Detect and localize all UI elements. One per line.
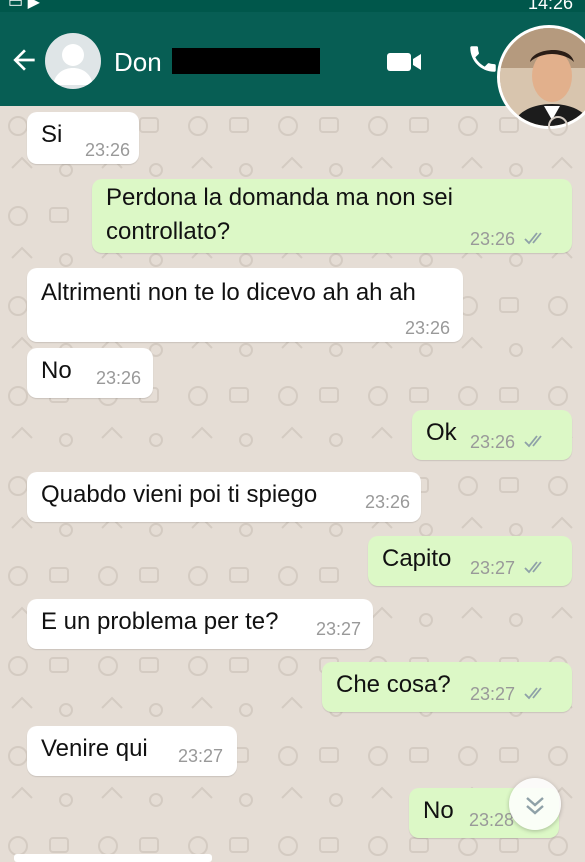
message-outgoing[interactable]: Perdona la domanda ma non sei controllat… xyxy=(92,179,572,253)
message-text: Ok xyxy=(426,419,457,446)
double-check-icon xyxy=(524,687,542,700)
message-text: Capito xyxy=(382,545,452,572)
message-time: 23:26 xyxy=(85,140,131,160)
message-time: 23:28 xyxy=(469,810,515,830)
message-incoming[interactable]: Quabdo vieni poi ti spiego 23:26 xyxy=(27,472,421,522)
message-text: E un problema per te? xyxy=(41,608,279,635)
video-call-icon[interactable] xyxy=(386,50,422,74)
message-outgoing[interactable]: Capito 23:27 xyxy=(368,536,572,586)
default-avatar-icon xyxy=(53,44,93,85)
phone-call-icon[interactable] xyxy=(466,42,500,76)
message-incoming[interactable]: Venire qui 23:27 xyxy=(27,726,237,776)
double-check-icon xyxy=(524,232,542,245)
status-icons: ▭ ▶ xyxy=(8,0,40,11)
message-time: 23:26 xyxy=(405,318,451,338)
chat-area[interactable]: Si 23:26 Perdona la domanda ma non sei c… xyxy=(0,106,585,862)
redaction-box xyxy=(172,48,320,74)
contact-name[interactable]: Don xyxy=(114,47,162,78)
message-time: 23:26 xyxy=(365,492,411,512)
chat-header: Don xyxy=(0,12,585,106)
back-arrow-icon[interactable] xyxy=(8,44,40,76)
message-time: 23:27 xyxy=(470,558,516,578)
double-check-icon xyxy=(524,561,542,574)
message-text: Altrimenti non te lo dicevo ah ah ah xyxy=(41,279,416,306)
message-time: 23:26 xyxy=(470,229,516,249)
double-check-icon xyxy=(524,435,542,448)
message-incoming[interactable]: E un problema per te? 23:27 xyxy=(27,599,373,649)
message-text: Quabdo vieni poi ti spiego xyxy=(41,481,318,508)
message-text: Perdona la domanda ma non sei controllat… xyxy=(106,184,453,245)
message-incoming[interactable]: Altrimenti non te lo dicevo ah ah ah 23:… xyxy=(27,268,463,342)
message-incoming[interactable]: Si 23:26 xyxy=(27,112,139,164)
message-time: 23:26 xyxy=(470,432,516,452)
message-text: No xyxy=(41,357,72,384)
scroll-down-icon xyxy=(526,797,544,815)
message-incoming[interactable]: No 23:26 xyxy=(27,348,153,398)
message-time: 23:27 xyxy=(470,684,516,704)
scroll-to-bottom-button[interactable] xyxy=(509,778,561,830)
contact-avatar[interactable] xyxy=(45,33,101,89)
status-bar: ▭ ▶ 14:26 xyxy=(0,0,585,13)
message-time: 23:27 xyxy=(316,619,362,639)
message-text: Si xyxy=(41,121,63,148)
message-text: No xyxy=(423,797,454,824)
message-text: Che cosa? xyxy=(336,671,451,698)
input-bar-edge xyxy=(14,854,212,862)
message-outgoing[interactable]: Ok 23:26 xyxy=(412,410,572,460)
message-time: 23:27 xyxy=(178,746,224,766)
message-time: 23:26 xyxy=(96,368,142,388)
message-outgoing[interactable]: Che cosa? 23:27 xyxy=(322,662,572,712)
message-text: Venire qui xyxy=(41,735,148,762)
